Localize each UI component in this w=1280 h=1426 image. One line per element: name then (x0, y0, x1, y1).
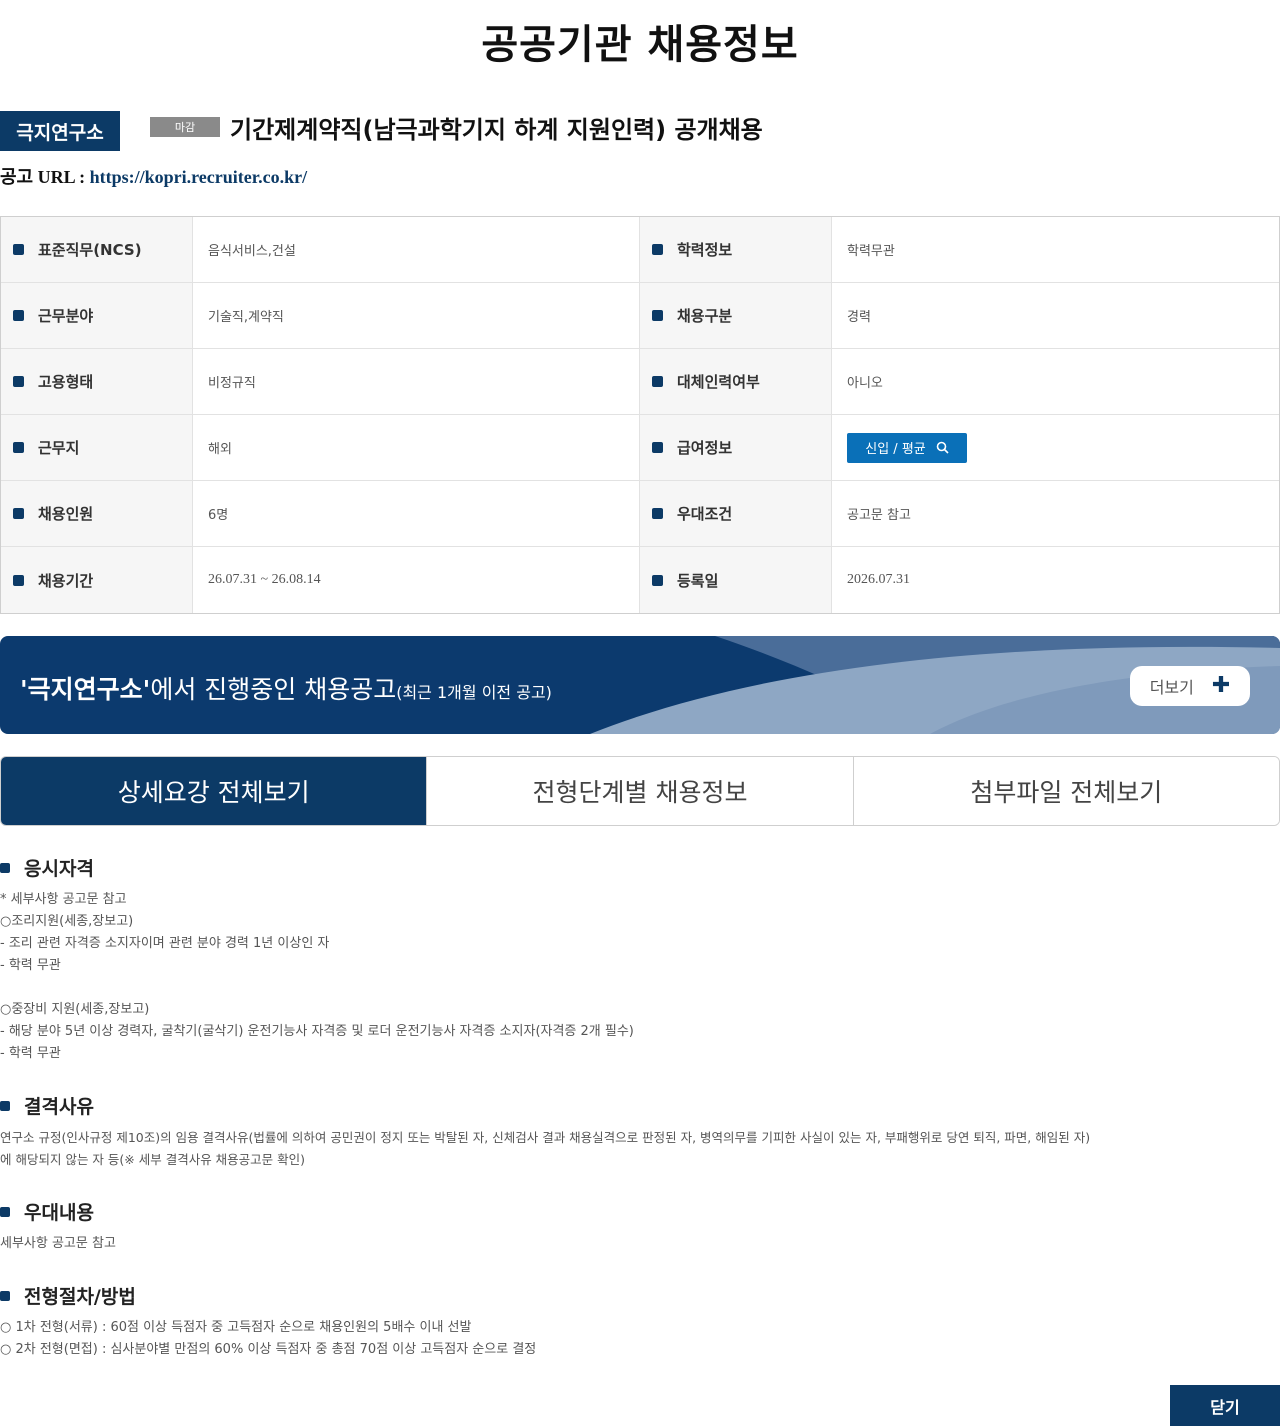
info-label: 채용기간 (1, 547, 193, 613)
info-row: 채용인원 6명 우대조건 공고문 참고 (1, 481, 1279, 547)
banner-text: '극지연구소'에서 진행중인 채용공고(최근 1개월 이전 공고) (20, 675, 552, 704)
info-row: 채용기간 26.07.31 ~ 26.08.14 등록일 2026.07.31 (1, 547, 1279, 613)
tab-full-details[interactable]: 상세요강 전체보기 (1, 757, 428, 825)
info-value: 기술직,계약직 (193, 283, 640, 348)
bullet-icon (13, 310, 24, 321)
bullet-icon (652, 574, 663, 586)
posting-url-link[interactable]: https://kopri.recruiter.co.kr/ (90, 167, 307, 187)
bullet-icon (13, 508, 24, 519)
bullet-icon (13, 376, 24, 387)
info-value: 해외 (193, 415, 640, 480)
section-procedure: 전형절차/방법 ○ 1차 전형(서류) : 60점 이상 득점자 중 고득점자 … (0, 1282, 536, 1361)
info-label: 등록일 (640, 547, 832, 613)
section-title: 응시자격 (24, 858, 94, 880)
bullet-icon (652, 310, 663, 321)
info-value: 26.07.31 ~ 26.08.14 (193, 547, 640, 613)
section-title: 우대내용 (24, 1202, 94, 1224)
section-body: * 세부사항 공고문 참고 ○조리지원(세종,장보고) - 조리 관련 자격증 … (0, 892, 634, 1061)
info-value: 2026.07.31 (847, 572, 910, 587)
info-table: 표준직무(NCS) 음식서비스,건설 학력정보 학력무관 근무분야 기술직,계약… (0, 216, 1280, 614)
tab-stage-info[interactable]: 전형단계별 채용정보 (427, 757, 854, 825)
bullet-icon (652, 508, 663, 519)
salary-button-label: 신입 / 평균 (865, 442, 926, 457)
related-postings-banner: '극지연구소'에서 진행중인 채용공고(최근 1개월 이전 공고) 더보기 ✚ (0, 636, 1280, 734)
info-label: 근무지 (1, 415, 193, 480)
posting-title: 기간제계약직(남극과학기지 하계 지원인력) 공개채용 (230, 116, 763, 144)
url-row: 공고 URL : https://kopri.recruiter.co.kr/ (0, 163, 307, 189)
section-title: 전형절차/방법 (24, 1286, 136, 1308)
info-row: 근무지 해외 급여정보 신입 / 평균 (1, 415, 1279, 481)
plus-icon: ✚ (1211, 673, 1231, 698)
info-value: 신입 / 평균 (832, 415, 1279, 480)
tab-attachments[interactable]: 첨부파일 전체보기 (853, 757, 1279, 825)
section-body: 세부사항 공고문 참고 (0, 1236, 116, 1251)
bullet-icon (652, 442, 663, 453)
bullet-icon (652, 376, 663, 387)
info-label: 채용구분 (640, 283, 832, 348)
bullet-icon (652, 244, 663, 255)
info-label: 학력정보 (640, 217, 832, 282)
info-label: 채용인원 (1, 481, 193, 546)
info-row: 고용형태 비정규직 대체인력여부 아니오 (1, 349, 1279, 415)
section-body: ○ 1차 전형(서류) : 60점 이상 득점자 중 고득점자 순으로 채용인원… (0, 1320, 537, 1357)
info-label: 대체인력여부 (640, 349, 832, 414)
search-icon (936, 441, 949, 454)
bullet-icon (0, 1206, 10, 1217)
bullet-icon (0, 1100, 10, 1111)
info-row: 근무분야 기술직,계약직 채용구분 경력 (1, 283, 1279, 349)
org-badge: 극지연구소 (0, 111, 120, 151)
info-value: 학력무관 (847, 244, 895, 259)
section-qualification: 응시자격 * 세부사항 공고문 참고 ○조리지원(세종,장보고) - 조리 관련… (0, 854, 634, 1065)
bullet-icon (13, 244, 24, 255)
info-value: 공고문 참고 (847, 508, 911, 523)
info-value: 음식서비스,건설 (193, 217, 640, 282)
bullet-icon (13, 574, 24, 586)
info-label: 근무분야 (1, 283, 193, 348)
page-title: 공공기관 채용정보 (481, 22, 799, 68)
section-preference: 우대내용 세부사항 공고문 참고 (0, 1198, 116, 1255)
info-label: 우대조건 (640, 481, 832, 546)
info-value: 경력 (847, 310, 871, 325)
close-button[interactable]: 닫기 (1170, 1385, 1280, 1426)
status-badge: 마감 (150, 117, 220, 137)
info-value: 6명 (193, 481, 640, 546)
section-title: 결격사유 (24, 1096, 94, 1118)
bullet-icon (0, 862, 10, 873)
url-label: 공고 URL : (0, 167, 90, 187)
section-body: 연구소 규정(인사규정 제10조)의 임용 결격사유(법률에 의하여 공민권이 … (0, 1130, 1091, 1167)
info-label: 고용형태 (1, 349, 193, 414)
info-label: 급여정보 (640, 415, 832, 480)
section-disqualification: 결격사유 연구소 규정(인사규정 제10조)의 임용 결격사유(법률에 의하여 … (0, 1092, 1280, 1171)
info-value: 비정규직 (193, 349, 640, 414)
salary-info-button[interactable]: 신입 / 평균 (847, 432, 967, 463)
bullet-icon (0, 1290, 10, 1301)
more-button[interactable]: 더보기 ✚ (1130, 666, 1250, 706)
detail-tabs: 상세요강 전체보기 전형단계별 채용정보 첨부파일 전체보기 (0, 756, 1280, 826)
bullet-icon (13, 442, 24, 453)
info-value: 아니오 (847, 376, 883, 391)
info-label: 표준직무(NCS) (1, 217, 193, 282)
info-row: 표준직무(NCS) 음식서비스,건설 학력정보 학력무관 (1, 217, 1279, 283)
